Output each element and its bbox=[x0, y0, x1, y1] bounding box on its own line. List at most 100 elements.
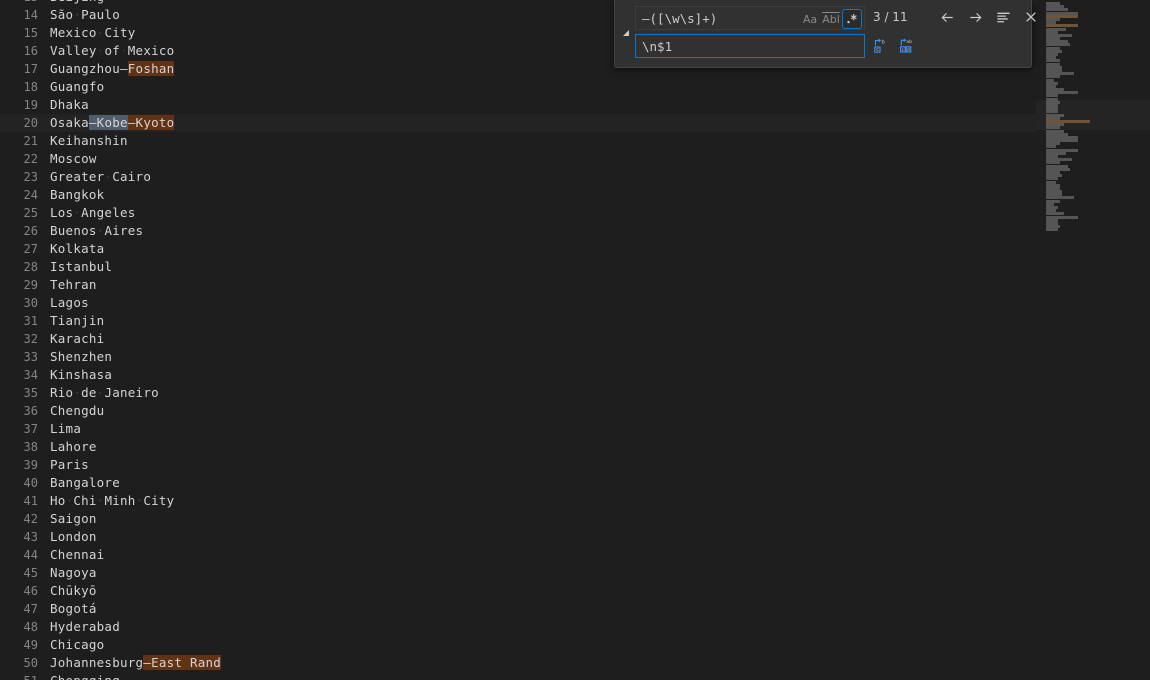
line-number: 46 bbox=[23, 584, 38, 598]
code-line[interactable]: 45 Nagoya bbox=[0, 564, 1036, 582]
code-line[interactable]: 43 London bbox=[0, 528, 1036, 546]
code-line[interactable]: 39 Paris bbox=[0, 456, 1036, 474]
minimap-line bbox=[1046, 196, 1074, 200]
code-line[interactable]: 51 Chongqing bbox=[0, 672, 1036, 680]
code-line[interactable]: 19 Dhaka bbox=[0, 96, 1036, 114]
code-line[interactable]: 46 Chūkyō bbox=[0, 582, 1036, 600]
close-button[interactable] bbox=[1021, 7, 1041, 27]
code-line[interactable]: 22 Moscow bbox=[0, 150, 1036, 168]
code-line[interactable]: 35 Rio·de·Janeiro bbox=[0, 384, 1036, 402]
next-match-button[interactable] bbox=[965, 7, 985, 27]
replace-input-value: \n$1 bbox=[642, 38, 673, 54]
minimap-line bbox=[1046, 212, 1064, 216]
code-line[interactable]: 47 Bogotá bbox=[0, 600, 1036, 618]
line-text: Mexico·City bbox=[50, 25, 136, 40]
line-number: 19 bbox=[23, 98, 38, 112]
replace-input[interactable]: \n$1 bbox=[635, 34, 865, 58]
code-line[interactable]: 48 Hyderabad bbox=[0, 618, 1036, 636]
find-replace-widget[interactable]: –([\w\s]+) Aa Abl 3 / 11 \n$1 b c ab c d bbox=[614, 0, 1036, 68]
minimap-line bbox=[1046, 59, 1060, 63]
line-number: 48 bbox=[23, 620, 38, 634]
line-text: Ho·Chi·Minh·City bbox=[50, 493, 175, 508]
line-text: Buenos·Aires bbox=[50, 223, 144, 238]
replace-row: \n$1 bbox=[635, 34, 865, 58]
line-text: Nagoya bbox=[50, 565, 97, 580]
svg-text:c: c bbox=[876, 47, 879, 53]
line-text: Lagos bbox=[50, 295, 89, 310]
replace-actions: b c ab c d bbox=[871, 36, 917, 56]
whitespace-dot: · bbox=[96, 385, 105, 400]
find-in-selection-button[interactable] bbox=[993, 7, 1013, 27]
code-line[interactable]: 49 Chicago bbox=[0, 636, 1036, 654]
line-text: Osaka–Kobe–Kyoto bbox=[50, 115, 175, 130]
svg-text:ab: ab bbox=[906, 39, 912, 45]
match-whole-word-label: Abl bbox=[822, 12, 840, 26]
line-text: Keihanshin bbox=[50, 133, 128, 148]
line-number: 42 bbox=[23, 512, 38, 526]
find-options: Aa Abl bbox=[800, 9, 862, 29]
code-line[interactable]: 28 Istanbul bbox=[0, 258, 1036, 276]
code-line[interactable]: 38 Lahore bbox=[0, 438, 1036, 456]
code-line[interactable]: 37 Lima bbox=[0, 420, 1036, 438]
whitespace-dot: · bbox=[73, 385, 82, 400]
code-line[interactable]: 24 Bangkok bbox=[0, 186, 1036, 204]
code-line[interactable]: 41 Ho·Chi·Minh·City bbox=[0, 492, 1036, 510]
code-line[interactable]: 44 Chennai bbox=[0, 546, 1036, 564]
code-editor[interactable]: 13Beijing14São·Paulo15Mexico·City16Valle… bbox=[0, 0, 1036, 680]
line-number: 38 bbox=[23, 440, 38, 454]
line-text: Guangfo bbox=[50, 79, 105, 94]
line-text: Chengdu bbox=[50, 403, 105, 418]
code-line[interactable]: 27 Kolkata bbox=[0, 240, 1036, 258]
use-regex-toggle[interactable] bbox=[842, 9, 862, 29]
line-text: Bogotá bbox=[50, 601, 97, 616]
minimap-line bbox=[1046, 161, 1060, 165]
code-line[interactable]: 23 Greater·Cairo bbox=[0, 168, 1036, 186]
minimap[interactable] bbox=[1036, 0, 1150, 680]
line-text: Hyderabad bbox=[50, 619, 120, 634]
line-text: Bangalore bbox=[50, 475, 120, 490]
svg-text:d: d bbox=[907, 47, 910, 52]
code-line[interactable]: 30 Lagos bbox=[0, 294, 1036, 312]
code-line[interactable]: 36 Chengdu bbox=[0, 402, 1036, 420]
code-line[interactable]: 29 Tehran bbox=[0, 276, 1036, 294]
code-line[interactable]: 34 Kinshasa bbox=[0, 366, 1036, 384]
line-number: 36 bbox=[23, 404, 38, 418]
code-line[interactable]: 21 Keihanshin bbox=[0, 132, 1036, 150]
code-line[interactable]: 40 Bangalore bbox=[0, 474, 1036, 492]
line-text: Chennai bbox=[50, 547, 105, 562]
previous-match-button[interactable] bbox=[937, 7, 957, 27]
line-number: 50 bbox=[23, 656, 38, 670]
minimap-line bbox=[1046, 126, 1060, 130]
code-line[interactable]: 18 Guangfo bbox=[0, 78, 1036, 96]
whitespace-dot: · bbox=[65, 493, 74, 508]
code-line[interactable]: 33 Shenzhen bbox=[0, 348, 1036, 366]
replace-button[interactable]: b c bbox=[871, 36, 891, 56]
replace-all-button[interactable]: ab c d bbox=[897, 36, 917, 56]
line-number: 45 bbox=[23, 566, 38, 580]
code-line[interactable]: 20 Osaka–Kobe–Kyoto bbox=[0, 114, 1036, 132]
line-text: Shenzhen bbox=[50, 349, 113, 364]
line-text: Valley·of·Mexico bbox=[50, 43, 175, 58]
search-match: –Kobe bbox=[88, 115, 128, 130]
line-text: São·Paulo bbox=[50, 7, 120, 22]
minimap-line bbox=[1046, 75, 1060, 79]
code-line[interactable]: 50 Johannesburg–East·Rand bbox=[0, 654, 1036, 672]
whitespace-dot: · bbox=[96, 223, 105, 238]
code-line[interactable]: 42 Saigon bbox=[0, 510, 1036, 528]
code-lines-container: 13Beijing14São·Paulo15Mexico·City16Valle… bbox=[0, 0, 1036, 680]
match-whole-word-toggle[interactable]: Abl bbox=[821, 9, 841, 29]
find-input[interactable]: –([\w\s]+) Aa Abl bbox=[635, 6, 865, 30]
code-line[interactable]: 26 Buenos·Aires bbox=[0, 222, 1036, 240]
close-icon bbox=[1026, 12, 1036, 22]
whitespace-dot: · bbox=[96, 25, 105, 40]
match-case-toggle[interactable]: Aa bbox=[800, 9, 820, 29]
code-line[interactable]: 25 Los·Angeles bbox=[0, 204, 1036, 222]
line-number: 49 bbox=[23, 638, 38, 652]
whitespace-dot: · bbox=[135, 493, 144, 508]
code-line[interactable]: 32 Karachi bbox=[0, 330, 1036, 348]
whitespace-dot: · bbox=[73, 7, 82, 22]
toggle-replace-icon[interactable] bbox=[619, 24, 633, 44]
line-text: Los·Angeles bbox=[50, 205, 136, 220]
line-number: 34 bbox=[23, 368, 38, 382]
code-line[interactable]: 31 Tianjin bbox=[0, 312, 1036, 330]
